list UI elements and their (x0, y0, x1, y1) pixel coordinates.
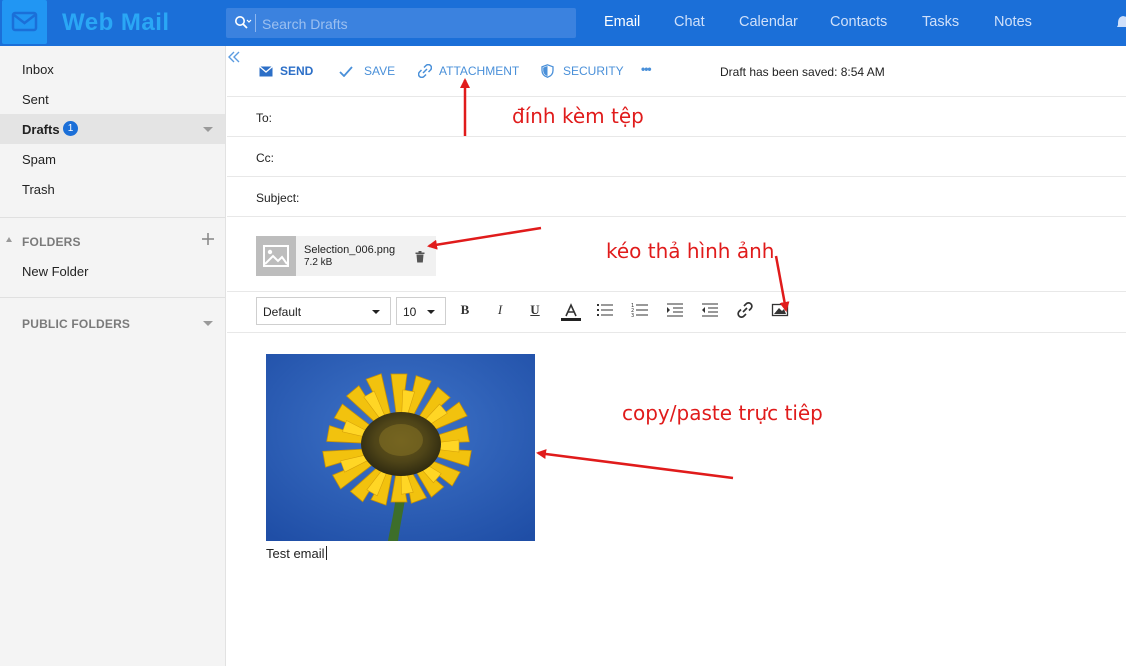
annotation-drag: kéo thả hình ảnh (606, 239, 775, 263)
annotation-arrow (774, 255, 790, 312)
annotation-arrow (427, 226, 542, 250)
annotation-arrows (427, 78, 790, 480)
annotation-arrow (536, 449, 734, 480)
annotation-paste: copy/paste trực tiêp (622, 401, 823, 425)
annotation-attach: đính kèm tệp (512, 104, 644, 128)
